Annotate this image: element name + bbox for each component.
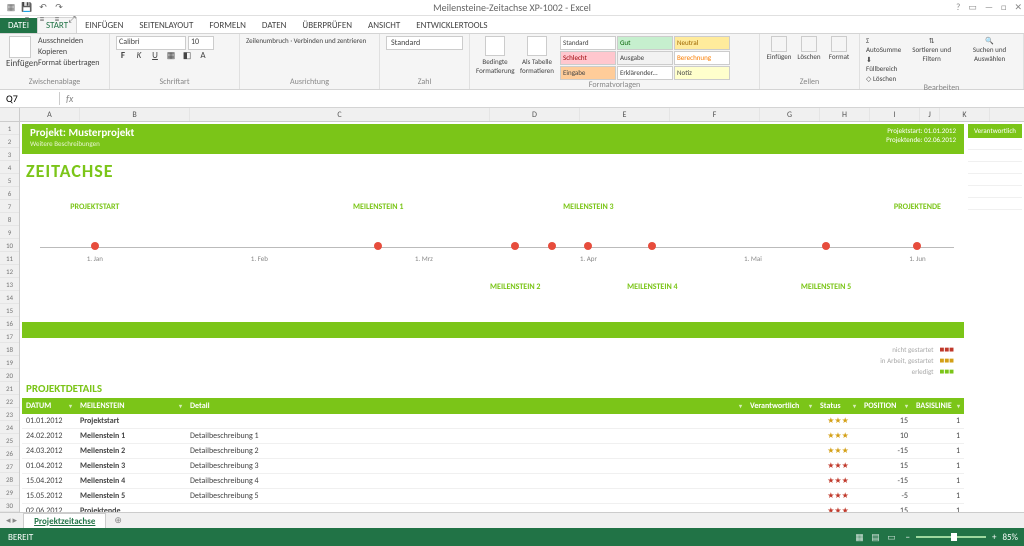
table-row[interactable]: 24.03.2012Meilenstein 2Detailbeschreibun… — [22, 444, 964, 459]
column-headers[interactable]: A B C D E F G H I J K — [0, 108, 1024, 122]
help-icon[interactable]: ? — [956, 2, 960, 13]
col-basis[interactable]: BASISLINIE▾ — [912, 398, 964, 414]
page-break-icon: ▭ — [883, 532, 899, 543]
quick-access-toolbar: ▦ 💾 ↶ ↷ — [0, 1, 66, 15]
table-header: DATUM▾ MEILENSTEIN▾ Detail▾ Verantwortli… — [22, 398, 964, 414]
col-datum[interactable]: DATUM▾ — [22, 398, 76, 414]
timeline-axis — [40, 247, 954, 248]
divider-bar — [22, 322, 964, 338]
timeline-tick: 1. Mrz — [415, 254, 433, 263]
milestone-label: PROJEKTENDE — [894, 202, 941, 212]
milestone-marker — [548, 242, 556, 250]
details-table: DATUM▾ MEILENSTEIN▾ Detail▾ Verantwortli… — [22, 398, 964, 519]
sheet-tabs: ◂ ▸ Projektzeitachse ⊕ — [0, 512, 1024, 528]
milestone-marker — [511, 242, 519, 250]
table-row[interactable]: 01.04.2012Meilenstein 3Detailbeschreibun… — [22, 459, 964, 474]
milestone-marker — [822, 242, 830, 250]
milestone-marker — [648, 242, 656, 250]
worksheet[interactable]: A B C D E F G H I J K 123456789101112131… — [0, 108, 1024, 528]
timeline-title: ZEITACHSE — [26, 160, 114, 182]
orient-icon[interactable]: ⤢ — [65, 14, 79, 26]
align-bot-icon[interactable]: ≡ — [50, 14, 64, 26]
responsible-panel: Verantwortlich — [968, 124, 1022, 210]
table-row[interactable]: 15.04.2012Meilenstein 4Detailbeschreibun… — [22, 474, 964, 489]
timeline-tick: 1. Apr — [580, 254, 597, 263]
maximize-icon[interactable]: □ — [1001, 2, 1006, 13]
minimize-icon[interactable]: — — [985, 2, 993, 13]
zoom-in-button[interactable]: + — [992, 532, 996, 543]
milestone-label: MEILENSTEIN 5 — [801, 282, 851, 292]
window-title: Meilensteine-Zeitachse XP-1002 - Excel — [433, 1, 591, 14]
project-header: Projekt: Musterprojekt Weitere Beschreib… — [22, 124, 964, 154]
sheet-nav-prev[interactable]: ◂ ▸ — [0, 515, 23, 526]
excel-icon: ▦ — [4, 1, 18, 15]
col-status[interactable]: Status▾ — [816, 398, 860, 414]
details-title: PROJEKTDETAILS — [26, 382, 102, 395]
milestone-label: MEILENSTEIN 1 — [353, 202, 403, 212]
milestone-label: MEILENSTEIN 4 — [627, 282, 677, 292]
filter-icon: ▾ — [905, 402, 908, 410]
filter-icon: ▾ — [853, 402, 856, 410]
milestone-label: MEILENSTEIN 2 — [490, 282, 540, 292]
table-row[interactable]: 24.02.2012Meilenstein 1Detailbeschreibun… — [22, 429, 964, 444]
col-verantwortlich[interactable]: Verantwortlich▾ — [746, 398, 816, 414]
close-icon[interactable]: ✕ — [1014, 2, 1022, 13]
align-mid-icon[interactable]: ≡ — [35, 14, 49, 26]
timeline-tick: 1. Jan — [87, 254, 103, 263]
project-title: Projekt: Musterprojekt — [30, 126, 956, 139]
add-sheet-button[interactable]: ⊕ — [106, 515, 130, 526]
timeline-tick: 1. Jun — [909, 254, 926, 263]
page-layout-icon: ▤ — [867, 532, 883, 543]
filter-icon: ▾ — [69, 402, 72, 410]
cell-grid[interactable]: Projekt: Musterprojekt Weitere Beschreib… — [20, 122, 1024, 528]
ribbon-options-icon[interactable]: ▭ — [968, 2, 977, 13]
milestone-label: MEILENSTEIN 3 — [563, 202, 613, 212]
view-buttons[interactable]: ▦▤▭ — [851, 532, 899, 543]
zoom-out-button[interactable]: − — [905, 532, 909, 543]
col-position[interactable]: POSITION▾ — [860, 398, 912, 414]
milestone-marker — [584, 242, 592, 250]
filter-icon: ▾ — [957, 402, 960, 410]
status-legend: nicht gestartet■■■ in Arbeit, gestartet■… — [880, 344, 954, 377]
group-alignment: ≡≡≡ ⤢ ≡≡≡ ⇤⇥ Zeilenumbruch · Verbinden u… — [240, 34, 380, 89]
project-subtitle: Weitere Beschreibungen — [30, 139, 956, 148]
save-icon[interactable]: 💾 — [20, 1, 34, 15]
table-row[interactable]: 15.05.2012Meilenstein 5Detailbeschreibun… — [22, 489, 964, 504]
timeline-tick: 1. Mai — [744, 254, 762, 263]
filter-icon: ▾ — [809, 402, 812, 410]
table-row[interactable]: 01.01.2012Projektstart★★★151 — [22, 414, 964, 429]
redo-icon[interactable]: ↷ — [52, 1, 66, 15]
status-bar: BEREIT ▦▤▭ − + 85% — [0, 528, 1024, 546]
milestone-label: PROJEKTSTART — [70, 202, 119, 212]
milestone-marker — [374, 242, 382, 250]
timeline-tick: 1. Feb — [251, 254, 268, 263]
row-headers[interactable]: 1234567891011121314151617181920212223242… — [0, 122, 20, 528]
col-meilenstein[interactable]: MEILENSTEIN▾ — [76, 398, 186, 414]
timeline-chart: 1. Jan 1. Feb 1. Mrz 1. Apr 1. Mai 1. Jun PROJ… — [40, 192, 954, 312]
project-start-date: Projektstart: 01.01.2012 — [886, 126, 956, 135]
ribbon: Einfügen Ausschneiden Kopieren Format üb… — [0, 34, 1024, 90]
filter-icon: ▾ — [739, 402, 742, 410]
sheet-tab-active[interactable]: Projektzeitachse — [23, 513, 106, 529]
filter-icon: ▾ — [179, 402, 182, 410]
col-detail[interactable]: Detail▾ — [186, 398, 746, 414]
normal-view-icon: ▦ — [851, 532, 867, 543]
project-end-date: Projektende: 02.06.2012 — [886, 135, 956, 144]
milestone-marker — [91, 242, 99, 250]
milestone-marker — [913, 242, 921, 250]
status-ready: BEREIT — [0, 532, 41, 543]
undo-icon[interactable]: ↶ — [36, 1, 50, 15]
zoom-slider[interactable] — [916, 536, 986, 538]
zoom-level[interactable]: 85% — [1002, 532, 1018, 543]
align-top-icon[interactable]: ≡ — [20, 14, 34, 26]
window-controls: ? ▭ — □ ✕ — [956, 2, 1022, 13]
